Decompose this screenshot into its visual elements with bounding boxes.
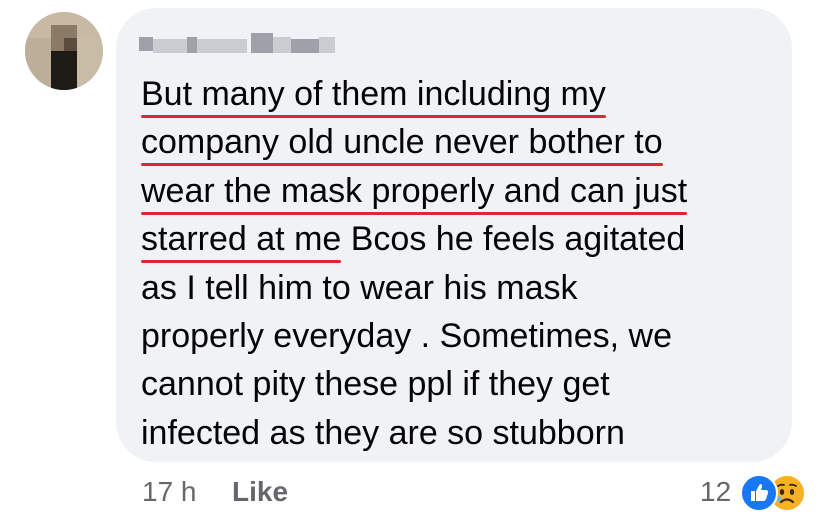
comment-text-segment: infected as they are so stubborn bbox=[141, 413, 625, 452]
like-button[interactable]: Like bbox=[232, 476, 288, 508]
comment-line: as I tell him to wear his mask bbox=[141, 264, 781, 312]
comment-footer: 17 h Like 12 bbox=[0, 472, 828, 512]
spellcheck-underlined-text: starred at me bbox=[141, 220, 342, 259]
timestamp[interactable]: 17 h bbox=[142, 476, 197, 508]
comment-text-segment: as I tell him to wear his mask bbox=[141, 268, 578, 307]
reaction-count[interactable]: 12 bbox=[700, 476, 731, 508]
comment-line: wear the mask properly and can just bbox=[141, 167, 781, 215]
author-name-redacted[interactable] bbox=[139, 33, 339, 53]
comment-text-segment: properly everyday . Sometimes, we bbox=[141, 316, 672, 355]
comment-line: infected as they are so stubborn bbox=[141, 409, 781, 457]
comment-line: cannot pity these ppl if they get bbox=[141, 360, 781, 408]
like-icon[interactable] bbox=[740, 474, 778, 512]
comment-text-segment: cannot pity these ppl if they get bbox=[141, 365, 610, 404]
comment-text-segment: Bcos he feels agitated bbox=[341, 220, 686, 259]
comment-text: But many of them including my company old… bbox=[141, 70, 781, 457]
avatar[interactable] bbox=[25, 12, 103, 90]
comment-line: starred at me Bcos he feels agitated bbox=[141, 215, 781, 263]
spellcheck-underlined-text: wear the mask properly and can just bbox=[141, 171, 688, 210]
comment-line: But many of them including my bbox=[141, 70, 781, 118]
spellcheck-underlined-text: company old uncle never bother to bbox=[141, 123, 663, 162]
spellcheck-underlined-text: But many of them including my bbox=[141, 75, 606, 113]
comment-line: properly everyday . Sometimes, we bbox=[141, 312, 781, 360]
comment-line: company old uncle never bother to bbox=[141, 118, 781, 166]
